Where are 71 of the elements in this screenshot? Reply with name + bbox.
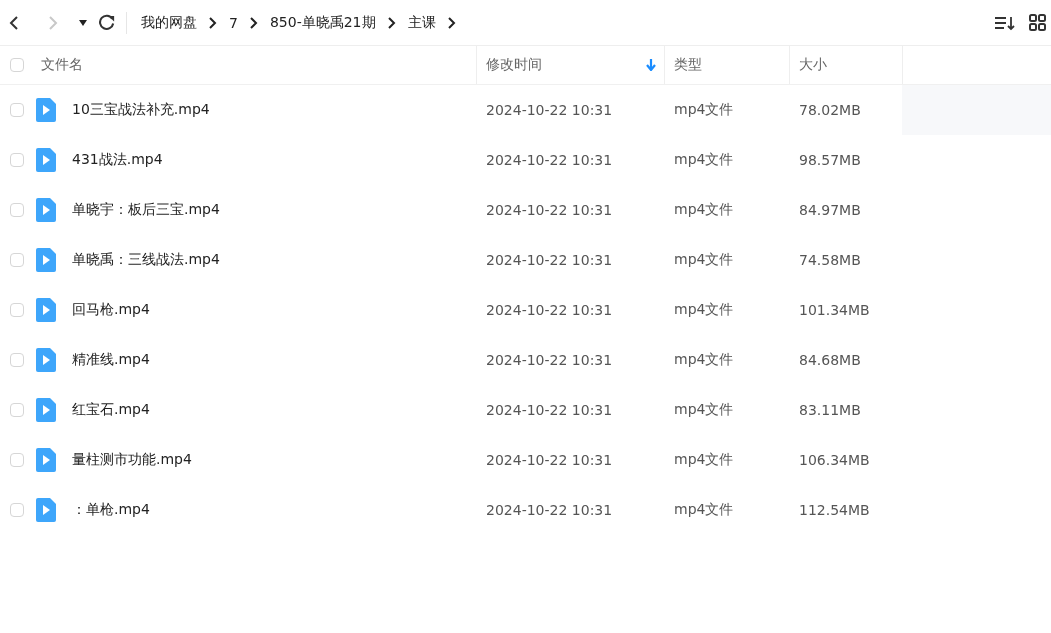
video-file-icon (36, 498, 56, 522)
file-size: 83.11MB (799, 402, 861, 418)
row-checkbox[interactable] (9, 453, 24, 467)
video-file-icon (36, 298, 56, 322)
row-checkbox[interactable] (9, 103, 24, 117)
breadcrumb-link[interactable]: 850-单晓禹21期 (269, 13, 376, 32)
file-name[interactable]: 红宝石.mp4 (72, 401, 150, 419)
file-type: mp4文件 (674, 451, 734, 469)
file-type: mp4文件 (674, 401, 734, 419)
file-type: mp4文件 (674, 501, 734, 519)
file-type: mp4文件 (674, 101, 734, 119)
video-file-icon (36, 98, 56, 122)
file-type: mp4文件 (674, 151, 734, 169)
file-type: mp4文件 (674, 351, 734, 369)
file-size: 106.34MB (799, 452, 870, 468)
modified-time: 2024-10-22 10:31 (486, 302, 613, 318)
chevron-right-icon (248, 16, 258, 29)
row-checkbox[interactable] (9, 403, 24, 417)
column-header[interactable]: 类型 (664, 46, 789, 84)
video-file-icon (36, 448, 56, 472)
row-checkbox[interactable] (9, 203, 24, 217)
modified-time: 2024-10-22 10:31 (486, 352, 613, 368)
file-size: 74.58MB (799, 252, 861, 268)
file-type: mp4文件 (674, 251, 734, 269)
row-checkbox[interactable] (9, 153, 24, 167)
breadcrumb-link[interactable]: 7 (229, 14, 238, 31)
video-file-icon (36, 198, 56, 222)
file-type: mp4文件 (674, 201, 734, 219)
video-file-icon (36, 148, 56, 172)
breadcrumb-link[interactable]: 我的网盘 (141, 13, 197, 32)
file-name[interactable]: 精准线.mp4 (72, 351, 150, 369)
dropdown-caret-icon[interactable] (79, 19, 87, 26)
file-size: 98.57MB (799, 152, 861, 168)
refresh-icon[interactable] (99, 14, 116, 31)
video-file-icon (36, 248, 56, 272)
file-name[interactable]: 单晓禹：三线战法.mp4 (72, 251, 220, 269)
sort-descending-icon (646, 59, 656, 71)
video-file-icon (36, 398, 56, 422)
chevron-right-icon (446, 16, 456, 29)
file-size: 112.54MB (799, 502, 870, 518)
breadcrumb-link[interactable]: 主课 (407, 13, 436, 32)
file-type: mp4文件 (674, 301, 734, 319)
chevron-right-icon (386, 16, 396, 29)
file-name[interactable]: 回马枪.mp4 (72, 301, 150, 319)
file-size: 84.97MB (799, 202, 861, 218)
column-header[interactable]: 修改时间 (476, 46, 664, 84)
modified-time: 2024-10-22 10:31 (486, 102, 613, 118)
row-checkbox[interactable] (9, 353, 24, 367)
file-size: 101.34MB (799, 302, 870, 318)
file-name[interactable]: 431战法.mp4 (72, 151, 163, 169)
grid-view-icon[interactable] (1029, 14, 1046, 31)
select-all-checkbox[interactable] (9, 58, 24, 72)
video-file-icon (36, 348, 56, 372)
modified-time: 2024-10-22 10:31 (486, 152, 613, 168)
file-size: 84.68MB (799, 352, 861, 368)
column-header[interactable]: 大小 (789, 46, 902, 84)
modified-time: 2024-10-22 10:31 (486, 502, 613, 518)
modified-time: 2024-10-22 10:31 (486, 402, 613, 418)
file-name[interactable]: 量柱测市功能.mp4 (72, 451, 192, 469)
row-checkbox[interactable] (9, 303, 24, 317)
modified-time: 2024-10-22 10:31 (486, 452, 613, 468)
file-name[interactable]: 10三宝战法补充.mp4 (72, 101, 210, 119)
row-checkbox[interactable] (9, 253, 24, 267)
row-checkbox[interactable] (9, 503, 24, 517)
column-header[interactable]: 文件名 (32, 46, 476, 84)
file-size: 78.02MB (799, 102, 861, 118)
modified-time: 2024-10-22 10:31 (486, 202, 613, 218)
modified-time: 2024-10-22 10:31 (486, 252, 613, 268)
file-name[interactable]: 单晓宇：板后三宝.mp4 (72, 201, 220, 219)
file-name[interactable]: ：单枪.mp4 (72, 501, 150, 519)
chevron-right-icon (208, 16, 217, 29)
